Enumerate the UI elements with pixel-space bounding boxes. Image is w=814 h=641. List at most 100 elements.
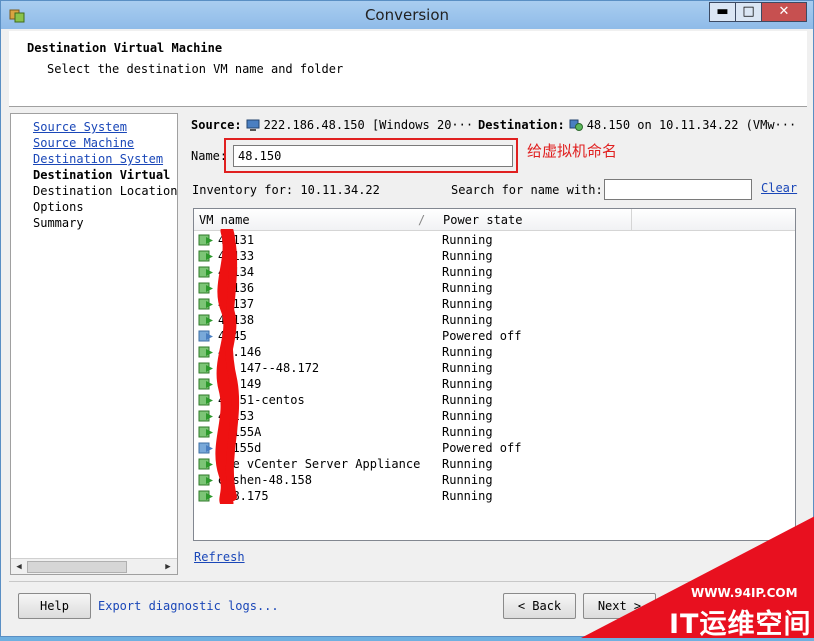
scroll-right-icon[interactable]: ▶ — [161, 560, 175, 574]
conversion-window: Conversion ▬ □ ✕ Destination Virtual Mac… — [0, 0, 814, 640]
inventory-info: Inventory for: 10.11.34.22 — [192, 183, 380, 197]
power-state-cell: Running — [442, 409, 493, 423]
power-state-cell: Powered off — [442, 329, 522, 343]
vm-running-icon — [198, 458, 213, 470]
power-state-cell: Running — [442, 393, 493, 407]
step-summary: Summary — [33, 216, 84, 230]
vm-name-cell: 4 131 — [218, 233, 255, 247]
steps-horizontal-scrollbar[interactable]: ◀ ▶ — [11, 558, 177, 574]
table-row[interactable]: 4 45 Powered off — [194, 328, 795, 344]
wizard-header: Destination Virtual Machine Select the d… — [9, 31, 807, 107]
step-destination-virtual-machine: Destination Virtual Machine — [33, 168, 177, 182]
source-label: Source: — [191, 118, 242, 132]
power-state-cell: Running — [442, 345, 493, 359]
help-button[interactable]: Help — [18, 593, 91, 619]
table-row[interactable]: 4 155d Powered off — [194, 440, 795, 456]
table-row[interactable]: 48 147--48.172 Running — [194, 360, 795, 376]
vm-name-cell: 4 45 — [218, 329, 247, 343]
destination-value: 48.150 on 10.11.34.22 (VMw··· — [586, 118, 797, 132]
vm-running-icon — [198, 474, 213, 486]
table-row[interactable]: 4 131 Running — [194, 232, 795, 248]
power-state-cell: Running — [442, 425, 493, 439]
close-button[interactable]: ✕ — [761, 2, 807, 22]
search-label: Search for name with: — [451, 183, 603, 197]
scroll-left-icon[interactable]: ◀ — [12, 560, 26, 574]
vm-name-cell: 4 155A — [218, 425, 262, 439]
table-row[interactable]: -48.175 Running — [194, 488, 795, 504]
table-row[interactable]: 4 138 Running — [194, 312, 795, 328]
column-divider — [631, 209, 632, 231]
power-state-cell: Running — [442, 265, 493, 279]
page-title: Destination Virtual Machine — [27, 41, 223, 55]
next-button[interactable]: Next > — [583, 593, 656, 619]
vm-running-icon — [198, 282, 213, 294]
vm-name-cell: eishen-48.158 — [218, 473, 312, 487]
column-header-vm-name[interactable]: VM name — [199, 213, 250, 227]
vm-running-icon — [198, 298, 213, 310]
vm-running-icon — [198, 410, 213, 422]
minimize-button[interactable]: ▬ — [709, 2, 736, 22]
inventory-value: 10.11.34.22 — [300, 183, 380, 197]
vm-name-cell: 4 134 — [218, 265, 255, 279]
table-row[interactable]: 4 136 Running — [194, 280, 795, 296]
step-destination-system[interactable]: Destination System — [33, 152, 163, 166]
back-button[interactable]: < Back — [503, 593, 576, 619]
vm-name-cell: 4 153 — [218, 409, 255, 423]
vm-running-icon — [198, 250, 213, 262]
vm-running-icon — [198, 234, 213, 246]
page-subtitle: Select the destination VM name and folde… — [47, 62, 344, 76]
vm-name-cell: are vCenter Server Appliance — [218, 457, 421, 471]
scroll-thumb[interactable] — [27, 561, 127, 573]
power-state-cell: Running — [442, 457, 493, 471]
vm-name-cell: 4 151-centos — [218, 393, 305, 407]
vm-name-cell: 4 133 — [218, 249, 255, 263]
vm-name-cell: 48.146 — [218, 345, 262, 359]
vm-running-icon — [198, 378, 213, 390]
vm-running-icon — [198, 266, 213, 278]
table-row[interactable]: 48.146 Running — [194, 344, 795, 360]
power-state-cell: Running — [442, 377, 493, 391]
sort-indicator-icon: / — [418, 213, 426, 227]
clear-link[interactable]: Clear — [761, 181, 797, 195]
name-label: Name: — [191, 149, 228, 163]
column-header-power-state[interactable]: Power state — [443, 213, 522, 227]
vm-running-icon — [198, 394, 213, 406]
vm-running-icon — [198, 314, 213, 326]
step-source-system[interactable]: Source System — [33, 120, 127, 134]
table-row[interactable]: 48 149 Running — [194, 376, 795, 392]
power-state-cell: Running — [442, 313, 493, 327]
computer-icon — [246, 119, 260, 131]
table-row[interactable]: 4 137 Running — [194, 296, 795, 312]
title-bar: Conversion ▬ □ ✕ — [1, 1, 813, 29]
window-title: Conversion — [364, 6, 450, 24]
vm-running-icon — [198, 426, 213, 438]
table-row[interactable]: 4 151-centos Running — [194, 392, 795, 408]
inventory-label: Inventory for: — [192, 183, 294, 197]
source-info: Source: 222.186.48.150 [Windows 20··· — [191, 118, 473, 132]
table-row[interactable]: 4 153 Running — [194, 408, 795, 424]
power-state-cell: Running — [442, 281, 493, 295]
step-options: Options — [33, 200, 84, 214]
vm-running-icon — [198, 490, 213, 502]
refresh-link[interactable]: Refresh — [194, 550, 245, 564]
maximize-button[interactable]: □ — [735, 2, 762, 22]
vm-table: VM name / Power state 4 131 Running 4 133 R… — [193, 208, 796, 541]
wizard-steps-panel: Source System Source Machine Destination… — [10, 113, 178, 575]
watermark-text: IT运维空间 — [669, 609, 812, 640]
vm-name-cell: 4 136 — [218, 281, 255, 295]
step-source-machine[interactable]: Source Machine — [33, 136, 134, 150]
source-value: 222.186.48.150 [Windows 20··· — [263, 118, 474, 132]
table-row[interactable]: 4 134 Running — [194, 264, 795, 280]
vm-name-cell: 4 138 — [218, 313, 255, 327]
vm-name-cell: 4 155d — [218, 441, 262, 455]
search-input[interactable] — [604, 179, 752, 200]
vm-name-cell: -48.175 — [218, 489, 269, 503]
power-state-cell: Running — [442, 249, 493, 263]
table-row[interactable]: 4 133 Running — [194, 248, 795, 264]
table-row[interactable]: eishen-48.158 Running — [194, 472, 795, 488]
vm-destination-icon — [569, 119, 583, 131]
export-diagnostic-logs-link[interactable]: Export diagnostic logs... — [98, 599, 279, 613]
vm-name-cell: 48 147--48.172 — [218, 361, 320, 375]
table-row[interactable]: are vCenter Server Appliance Running — [194, 456, 795, 472]
table-row[interactable]: 4 155A Running — [194, 424, 795, 440]
